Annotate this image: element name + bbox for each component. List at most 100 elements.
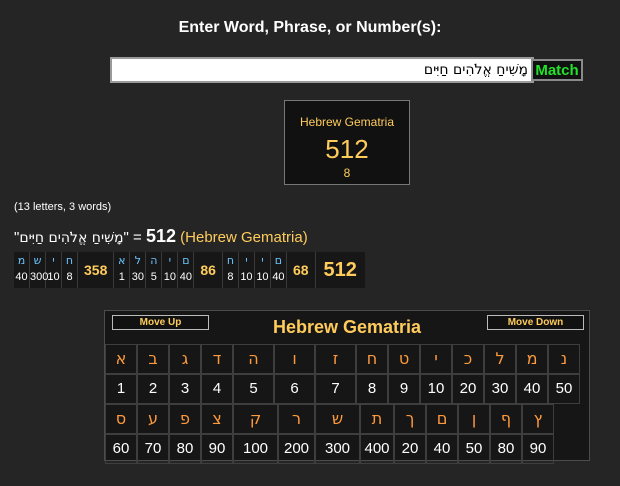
table-value-cell: 20 [452,374,484,404]
table-value-cell: 5 [233,374,274,404]
summary-cipher: (Hebrew Gematria) [180,229,308,246]
breakdown-letter-cell: י 10 [46,252,62,288]
breakdown-word-sum: 86 [194,252,223,288]
table-letter-cell: ה [233,344,274,374]
table-value-cell: 8 [356,374,388,404]
breakdown-letter: י [261,254,264,267]
result-value: 512 [325,134,369,164]
table-value-cell: 100 [233,434,278,464]
gematria-table: Move Up Hebrew Gematria Move Down אבגדהו… [104,310,590,464]
match-button[interactable]: Match [531,59,583,81]
breakdown-letter-cell: מ 40 [14,252,30,288]
breakdown-letter: ם [182,254,190,267]
table-letter-cell: ף [490,404,522,434]
table-letter-cell: ג [169,344,201,374]
breakdown-letter: ל [134,254,141,267]
table-letter-cell: ח [356,344,388,374]
breakdown-letter-cell: ח8 [223,252,239,288]
table-letter-cell: ל [484,344,516,374]
table-value-cell: 60 [105,434,137,464]
result-cipher-label: Hebrew Gematria [299,115,395,129]
table-value-cell: 9 [388,374,420,404]
breakdown-letter-value: 30 [131,271,144,283]
breakdown-letter-cell: י 10 [162,252,179,288]
table-letter-cell: צ [201,404,233,434]
breakdown-letter: ש [33,254,42,267]
table-letter-cell: ו [274,344,315,374]
table-row-values-2: 60 70 80 90 100 200 300 400 20 40 50 80 90 [105,434,554,464]
table-value-cell: 7 [315,374,356,404]
table-value-cell: 30 [484,374,516,404]
summary-phrase: מָשִׁיחַ אֱלֹהִים חַיִּים [19,230,124,246]
table-letter-cell: י [420,344,452,374]
breakdown-word-sum: 358 [78,252,115,288]
breakdown-letter-cell: ם 40 [271,252,287,288]
table-value-cell: 300 [315,434,360,464]
table-value-cell: 10 [420,374,452,404]
table-value-cell: 2 [137,374,169,404]
table-value-cell: 200 [278,434,315,464]
table-value-cell: 40 [426,434,458,464]
table-letter-cell: ק [233,404,278,434]
table-value-cell: 50 [548,374,580,404]
breakdown-letter-value: 10 [240,271,253,283]
prompt-label: Enter Word, Phrase, or Number(s): [178,19,442,36]
table-value-cell: 3 [169,374,201,404]
breakdown-letter-cell: ש 300 [30,252,49,288]
breakdown-letter-cell: ל 30 [130,252,147,288]
breakdown-letter: מ [17,254,26,267]
breakdown-letter-cell: ה5 [146,252,163,288]
table-letter-cell: ע [137,404,169,434]
letter-word-count: (13 letters, 3 words) [14,201,112,213]
breakdown-letter-value: 40 [179,271,192,283]
table-value-cell: 70 [137,434,169,464]
table-letter-cell: ת [360,404,394,434]
breakdown-letter: י [168,254,172,267]
table-row-letters-1: אבגדהוזחטיכלמנ [105,344,580,374]
table-value-cell: 90 [201,434,233,464]
table-value-cell: 80 [169,434,201,464]
word-input[interactable] [110,57,534,83]
breakdown-letter-value: 10 [163,271,176,283]
table-letter-cell: מ [516,344,548,374]
letter-breakdown: מ 40 ש 300 י 10 ח 8 358 א 1 ל 30 ה 5 י 10 ם 40 86 ח 8 י 10 י 10 ם 4… [14,252,365,288]
breakdown-letter: ח [65,254,74,267]
move-down-button[interactable]: Move Down [487,315,584,330]
table-letter-cell: א [105,344,137,374]
table-letter-cell: ז [315,344,356,374]
breakdown-letter-value: 40 [272,271,285,283]
breakdown-letter: ם [274,254,283,267]
table-value-cell: 80 [490,434,522,464]
breakdown-word-sum: 68 [287,252,316,288]
table-letter-cell: ס [105,404,137,434]
breakdown-letter: ח [226,254,235,267]
breakdown-letter-value: 8 [227,271,234,283]
breakdown-letter-value: 5 [150,271,157,283]
summary-value: 512 [145,226,176,246]
breakdown-letter-cell: א1 [114,252,131,288]
breakdown-letter-value: 300 [30,271,49,283]
table-letter-cell: ך [394,404,426,434]
table-letter-cell: ב [137,344,169,374]
table-letter-cell: ם [426,404,458,434]
table-value-cell: 50 [458,434,490,464]
summary-equals: " = [123,229,146,246]
table-row-letters-2: סעפצקרשתךםןףץ [105,404,554,434]
breakdown-letter-cell: ח8 [62,252,78,288]
table-value-cell: 400 [360,434,394,464]
table-letter-cell: ד [201,344,233,374]
table-value-cell: 4 [201,374,233,404]
table-letter-cell: ץ [522,404,554,434]
breakdown-letter: י [52,254,55,267]
table-value-cell: 1 [105,374,137,404]
breakdown-letter-value: 10 [256,271,269,283]
table-letter-cell: נ [548,344,580,374]
table-letter-cell: ט [388,344,420,374]
result-reduced: 8 [343,166,351,180]
table-value-cell: 40 [516,374,548,404]
table-letter-cell: כ [452,344,484,374]
breakdown-letter: א [118,254,126,267]
breakdown-letter: י [245,254,248,267]
table-letter-cell: ן [458,404,490,434]
breakdown-letter: ה [150,254,158,267]
